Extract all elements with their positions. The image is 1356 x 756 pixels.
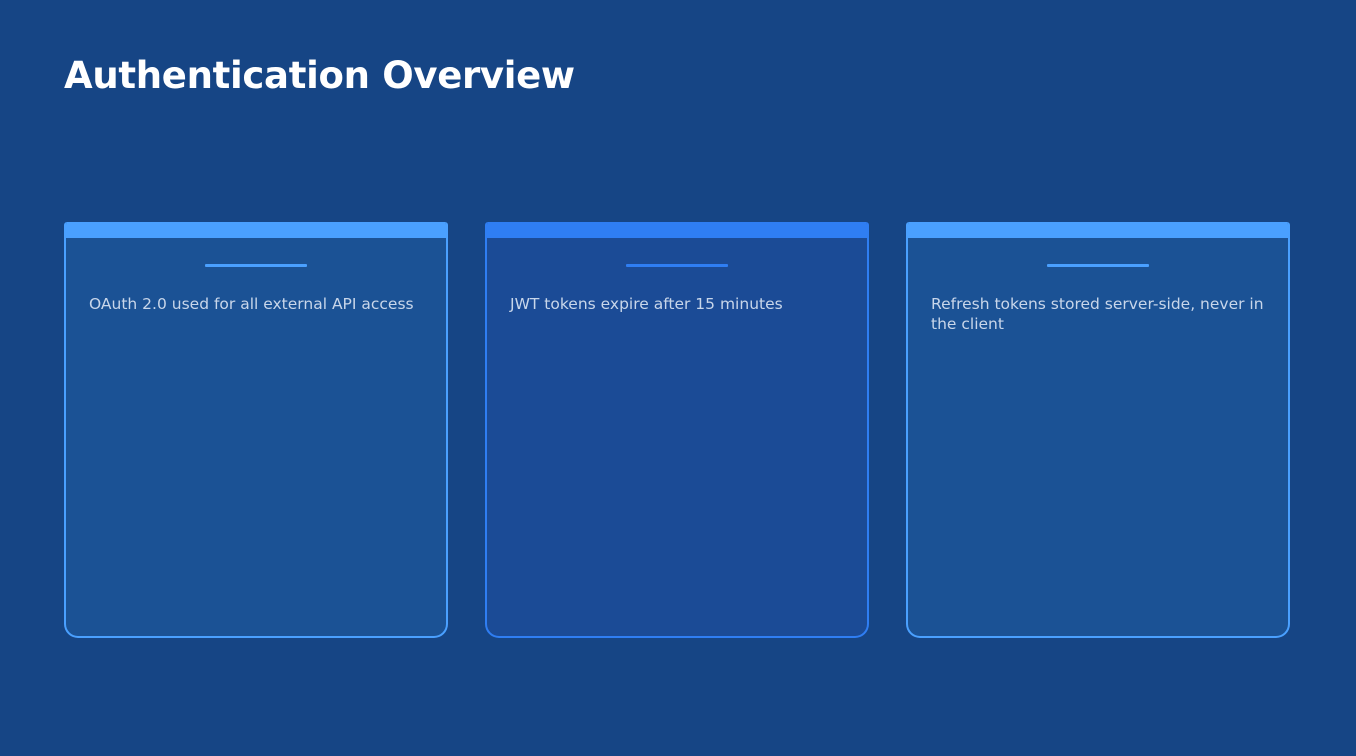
card-refresh-tokens: Refresh tokens stored server-side, never… xyxy=(906,222,1290,638)
slide-title: Authentication Overview xyxy=(64,54,575,97)
card-jwt: JWT tokens expire after 15 minutes xyxy=(485,222,869,638)
card-oauth: OAuth 2.0 used for all external API acce… xyxy=(64,222,448,638)
card-divider xyxy=(1047,264,1149,267)
card-row: OAuth 2.0 used for all external API acce… xyxy=(64,222,1290,638)
card-text: Refresh tokens stored server-side, never… xyxy=(931,295,1264,333)
card-text: OAuth 2.0 used for all external API acce… xyxy=(89,295,414,313)
card-top-bar xyxy=(66,222,446,238)
card-top-bar xyxy=(908,222,1288,238)
card-text: JWT tokens expire after 15 minutes xyxy=(510,295,783,313)
card-top-bar xyxy=(487,222,867,238)
card-divider xyxy=(626,264,728,267)
card-divider xyxy=(205,264,307,267)
